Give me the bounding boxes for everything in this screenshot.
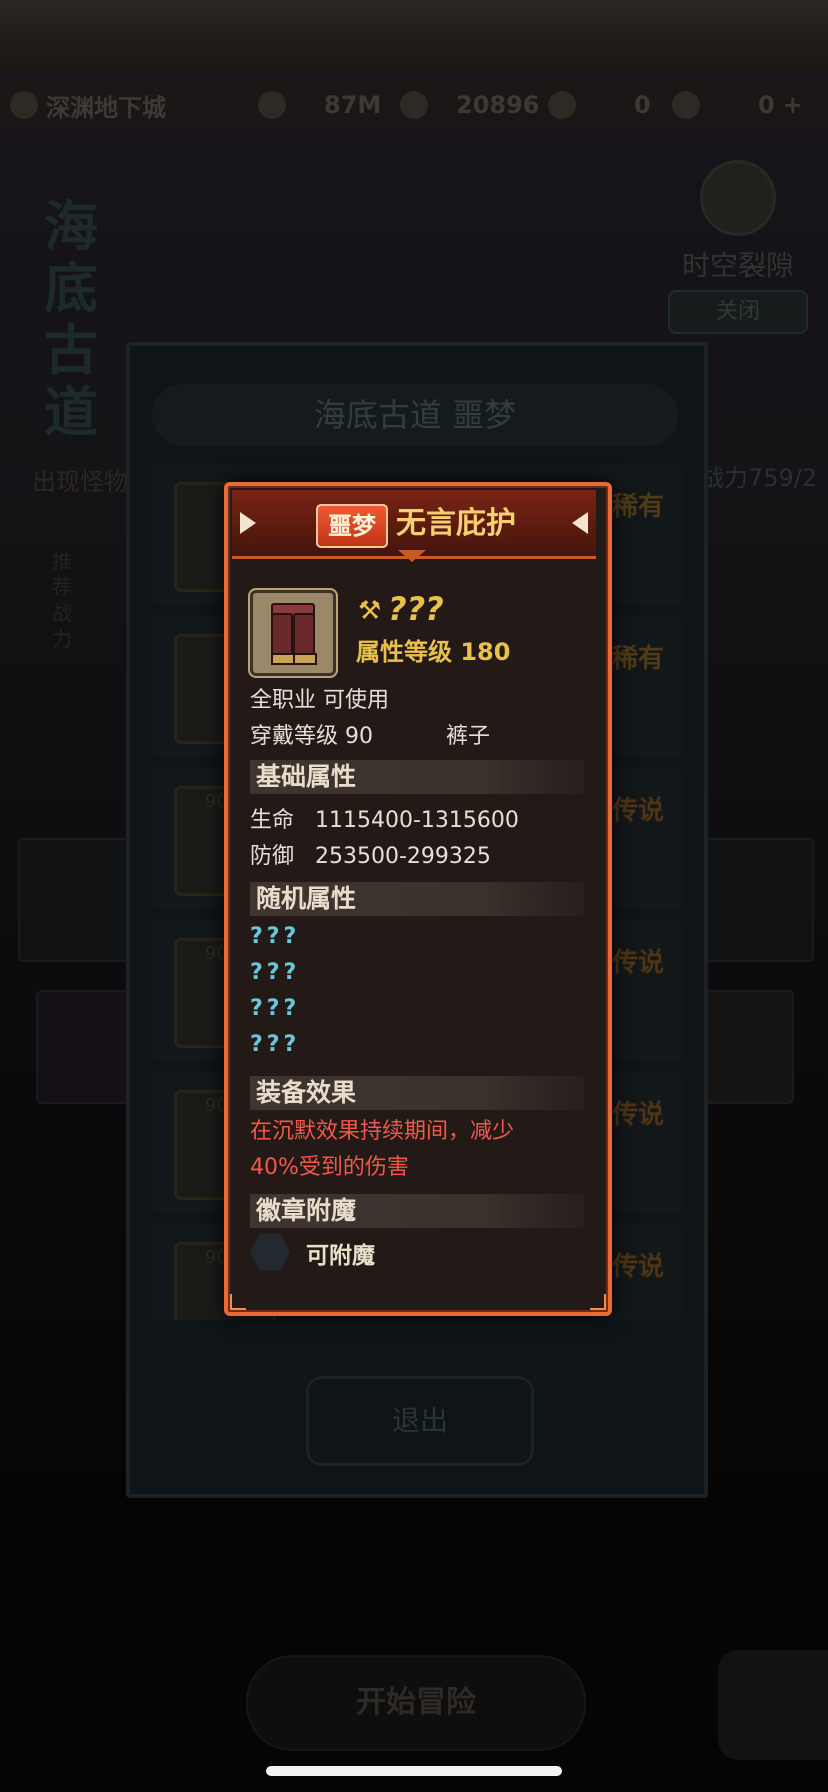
location-indicator[interactable]: 深渊地下城 [10,88,166,123]
gold-counter: 87M [258,91,381,119]
home-indicator[interactable] [266,1766,562,1776]
side-title-char: 底 [44,256,98,320]
top-hud: 深渊地下城 87M 20896 + 0 0 + [0,80,828,130]
tooltip-header: 噩梦 无言庇护 [232,490,596,559]
base-attributes-header: 基础属性 [250,760,584,794]
badge-enchant-header: 徽章附魔 [250,1194,584,1228]
add-ticket-icon[interactable]: + [783,91,803,119]
random-stat: ??? [250,1032,301,1057]
item-tooltip: 噩梦 无言庇护 ⚒ ??? 属性等级 180 全职业 可使用 穿戴等级 90 裤… [224,482,612,1316]
drop-rarity: 传说 [611,1252,664,1282]
class-requirement: 全职业 可使用 [250,688,389,713]
drop-rarity: 稀有 [611,492,664,522]
wrench-icon: ⚒ [358,596,382,626]
gold-value: 87M [324,91,382,119]
stat-counter-1: 0 [548,91,651,119]
random-stat: ??? [250,924,301,949]
stat2-value: 0 [758,91,775,119]
wear-level-row: 穿戴等级 90 裤子 [250,718,490,750]
exit-button[interactable]: 退出 [306,1376,534,1466]
drop-rarity: 稀有 [611,644,664,674]
rift-icon[interactable] [700,160,776,236]
map-title: 海底古道 噩梦 [152,384,678,446]
share-icon[interactable] [718,1650,828,1760]
item-name: 无言庇护 [396,506,516,541]
empty-socket-icon [250,1234,290,1270]
random-attributes-header: 随机属性 [250,882,584,916]
start-adventure-button[interactable]: 开始冒险 [246,1655,586,1751]
stat-hp: 生命 1115400-1315600 [250,802,519,834]
right-slot-card[interactable] [700,838,814,962]
unidentified-name: ??? [388,590,444,628]
stat-defense: 防御 253500-299325 [250,838,491,870]
gem-value: 20896 [456,91,540,119]
side-title-char: 海 [44,194,98,258]
difficulty-badge: 噩梦 [316,504,388,548]
stat-counter-2: 0 + [672,91,803,119]
ticket-icon [672,91,700,119]
left-slot-card[interactable] [18,838,132,962]
rift-label: 时空裂隙 [681,249,794,282]
effect-line: 40%受到的伤害 [250,1155,409,1180]
stat-label: 防御 [250,844,295,869]
attribute-level: 属性等级 180 [356,638,511,666]
skill-slot-card[interactable] [36,990,130,1104]
side-title-char: 道 [44,380,98,444]
dungeon-side-title: 海 底 古 道 [44,195,100,443]
wear-level-value: 90 [345,724,374,749]
drop-rarity: 传说 [611,1100,664,1130]
side-note: 推荐战力 [52,549,72,651]
wear-level-label: 穿戴等级 [250,724,339,749]
rift-panel: 时空裂隙 关闭 [668,160,808,334]
stat-value: 253500-299325 [315,844,491,869]
side-title-char: 古 [44,318,98,382]
enchant-status: 可附魔 [306,1243,375,1269]
corner-ornament [590,1294,606,1310]
rift-close-button[interactable]: 关闭 [668,290,808,334]
effect-line: 在沉默效果持续期间，减少 [250,1119,515,1144]
random-stat: ??? [250,960,301,985]
random-stat: ??? [250,996,301,1021]
pants-icon [271,603,317,665]
stat-value: 1115400-1315600 [315,808,519,833]
equip-effect-header: 装备效果 [250,1076,584,1110]
gold-coin-icon [258,91,286,119]
stamina-icon [548,91,576,119]
stat-label: 生命 [250,808,295,833]
gem-icon [400,91,428,119]
item-icon [250,590,336,676]
location-icon [10,91,38,119]
equip-effect-text: 在沉默效果持续期间，减少 40%受到的伤害 [250,1114,590,1186]
slot-type: 裤子 [446,724,491,749]
next-arrow-icon[interactable] [572,512,588,534]
stat1-value: 0 [634,91,651,119]
drop-rarity: 传说 [611,796,664,826]
right-skill-card[interactable] [700,990,794,1104]
corner-ornament [230,1294,246,1310]
top-banner [0,0,828,70]
gem-counter: 20896 + [400,91,568,119]
power-label: 战力759/2 [700,464,818,492]
monster-list-label: 出现怪物 [32,468,128,496]
header-notch [398,550,426,562]
previous-arrow-icon[interactable] [240,512,256,534]
location-label: 深渊地下城 [46,93,166,122]
drop-rarity: 传说 [611,948,664,978]
